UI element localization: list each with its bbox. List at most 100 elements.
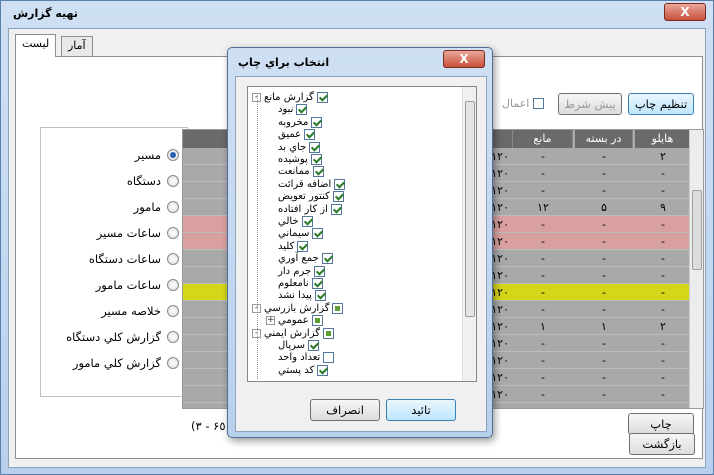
- radio-button[interactable]: [167, 305, 179, 317]
- tree-node[interactable]: کنتور تعويض: [278, 190, 344, 203]
- radio-button[interactable]: [167, 357, 179, 369]
- tree-node-label: عميق: [278, 129, 302, 141]
- radio-button[interactable]: [167, 201, 179, 213]
- grid-column-header[interactable]: هايلو: [635, 130, 691, 148]
- tree-node[interactable]: خالي: [278, 215, 313, 228]
- table-cell: -: [661, 354, 665, 367]
- tree-node-label: نامعلوم: [278, 278, 309, 289]
- tree-node[interactable]: از کار افتاده: [278, 203, 342, 216]
- grid-column-header[interactable]: مانع: [513, 130, 573, 148]
- tree-checkbox[interactable]: [310, 154, 322, 165]
- tree-node-label: نبود: [278, 104, 294, 116]
- tree-node[interactable]: گزارش ايمني: [264, 327, 334, 340]
- tree-checkbox[interactable]: [334, 178, 346, 190]
- report-type-radio[interactable]: ساعات مامور: [96, 276, 179, 294]
- tree-checkbox[interactable]: [297, 240, 309, 252]
- tree-node[interactable]: عمومي: [278, 314, 323, 327]
- back-button[interactable]: بازگشت: [629, 433, 695, 455]
- apply-checkbox[interactable]: [533, 98, 545, 109]
- tree-checkbox[interactable]: [311, 116, 323, 128]
- report-type-radio[interactable]: ساعات مسير: [97, 224, 179, 242]
- tree-node[interactable]: سيماني: [278, 227, 324, 240]
- table-cell: -: [541, 252, 545, 265]
- window-close-button[interactable]: X: [664, 3, 706, 21]
- tree-node[interactable]: سرپال: [278, 339, 319, 352]
- ok-button[interactable]: تائيد: [386, 399, 456, 421]
- dialog-title: انتخاب براي چاپ: [238, 56, 330, 69]
- tree-vertical-scrollbar[interactable]: [462, 87, 476, 381]
- grid-scroll-thumb[interactable]: [692, 190, 702, 270]
- print-items-tree[interactable]: - گزارش مانع نبود مخروبه عميق جاي بد پوشيده مما…: [247, 86, 477, 382]
- tree-node[interactable]: ممانعت: [278, 165, 324, 178]
- radio-button[interactable]: [167, 331, 179, 343]
- tree-checkbox[interactable]: [322, 327, 334, 339]
- report-type-radio[interactable]: مامور: [134, 198, 179, 216]
- tree-node[interactable]: مخروبه: [278, 116, 323, 129]
- tree-checkbox[interactable]: [321, 253, 333, 265]
- tree-checkbox[interactable]: [312, 166, 324, 178]
- report-type-radio[interactable]: خلاصه مسير: [101, 302, 179, 320]
- tree-node[interactable]: گزارش مانع: [264, 91, 328, 104]
- radio-button[interactable]: [167, 279, 179, 291]
- table-cell: -: [602, 235, 606, 248]
- tree-checkbox[interactable]: [330, 203, 342, 215]
- print-settings-button[interactable]: تنظيم چاپ: [628, 93, 694, 115]
- tree-node[interactable]: جمع آوري: [278, 252, 333, 265]
- tab-statistics[interactable]: آمار: [61, 36, 93, 56]
- radio-button[interactable]: [167, 227, 179, 239]
- tree-node[interactable]: گزارش بازرسي: [264, 302, 344, 315]
- radio-button[interactable]: [167, 175, 179, 187]
- precondition-button[interactable]: پيش شرط: [558, 93, 622, 115]
- tree-checkbox[interactable]: [332, 302, 344, 314]
- grid-vertical-scrollbar[interactable]: [689, 130, 703, 408]
- table-cell: -: [661, 371, 665, 384]
- tree-checkbox[interactable]: [301, 216, 313, 227]
- tree-checkbox[interactable]: [311, 315, 323, 327]
- tree-checkbox[interactable]: [304, 129, 316, 141]
- tree-checkbox[interactable]: [311, 278, 323, 289]
- tree-checkbox[interactable]: [323, 352, 335, 364]
- tree-checkbox[interactable]: [309, 141, 321, 153]
- report-type-panel: مسير دستگاه مامور ساعات مسير ساعات دستگاه ساع…: [40, 127, 188, 397]
- tree-node[interactable]: پوشيده: [278, 153, 322, 166]
- tree-checkbox[interactable]: [316, 92, 328, 103]
- tree-checkbox[interactable]: [312, 228, 324, 240]
- tree-node-label: جرم دار: [278, 265, 312, 277]
- grid-column-header[interactable]: در بسته: [575, 130, 633, 148]
- tree-checkbox[interactable]: [314, 290, 326, 302]
- tree-node[interactable]: کليد: [278, 240, 309, 253]
- table-cell: -: [661, 269, 665, 282]
- dialog-close-button[interactable]: X: [443, 50, 485, 68]
- cancel-button[interactable]: انصراف: [310, 399, 380, 421]
- apply-label: اعمال: [502, 97, 530, 110]
- tree-node[interactable]: عميق: [278, 128, 316, 141]
- tree-checkbox[interactable]: [332, 191, 344, 203]
- tree-node[interactable]: پيدا نشد: [278, 289, 326, 302]
- report-type-radio[interactable]: مسير: [135, 146, 179, 164]
- tree-checkbox[interactable]: [308, 340, 319, 351]
- radio-button[interactable]: [167, 253, 179, 265]
- table-cell: -: [602, 354, 606, 367]
- tree-node[interactable]: کد پستي: [278, 364, 329, 377]
- tree-node[interactable]: نامعلوم: [278, 277, 323, 290]
- tree-checkbox[interactable]: [314, 265, 326, 277]
- apply-checkbox-group[interactable]: اعمال: [502, 97, 545, 110]
- tree-checkbox[interactable]: [296, 104, 308, 116]
- tree-scroll-thumb[interactable]: [465, 101, 475, 317]
- report-type-radio[interactable]: گزارش کلي مامور: [73, 354, 179, 372]
- tree-node[interactable]: تعداد واحد: [278, 351, 335, 364]
- report-type-radio[interactable]: ساعات دستگاه: [89, 250, 179, 268]
- print-button[interactable]: چاپ: [628, 413, 694, 435]
- tree-node[interactable]: جاي بد: [278, 141, 321, 154]
- tree-checkbox[interactable]: [317, 364, 329, 376]
- report-type-radio[interactable]: دستگاه: [127, 172, 179, 190]
- radio-button[interactable]: [167, 149, 179, 161]
- tab-list[interactable]: ليست: [15, 34, 57, 57]
- table-cell: -: [541, 150, 545, 163]
- table-cell: ١: [601, 320, 607, 333]
- tree-node[interactable]: اضافه قرائت: [278, 178, 346, 191]
- tree-node[interactable]: نبود: [278, 103, 308, 116]
- tree-node[interactable]: جرم دار: [278, 265, 326, 278]
- expand-icon[interactable]: +: [266, 316, 275, 326]
- report-type-radio[interactable]: گزارش کلي دستگاه: [66, 328, 179, 346]
